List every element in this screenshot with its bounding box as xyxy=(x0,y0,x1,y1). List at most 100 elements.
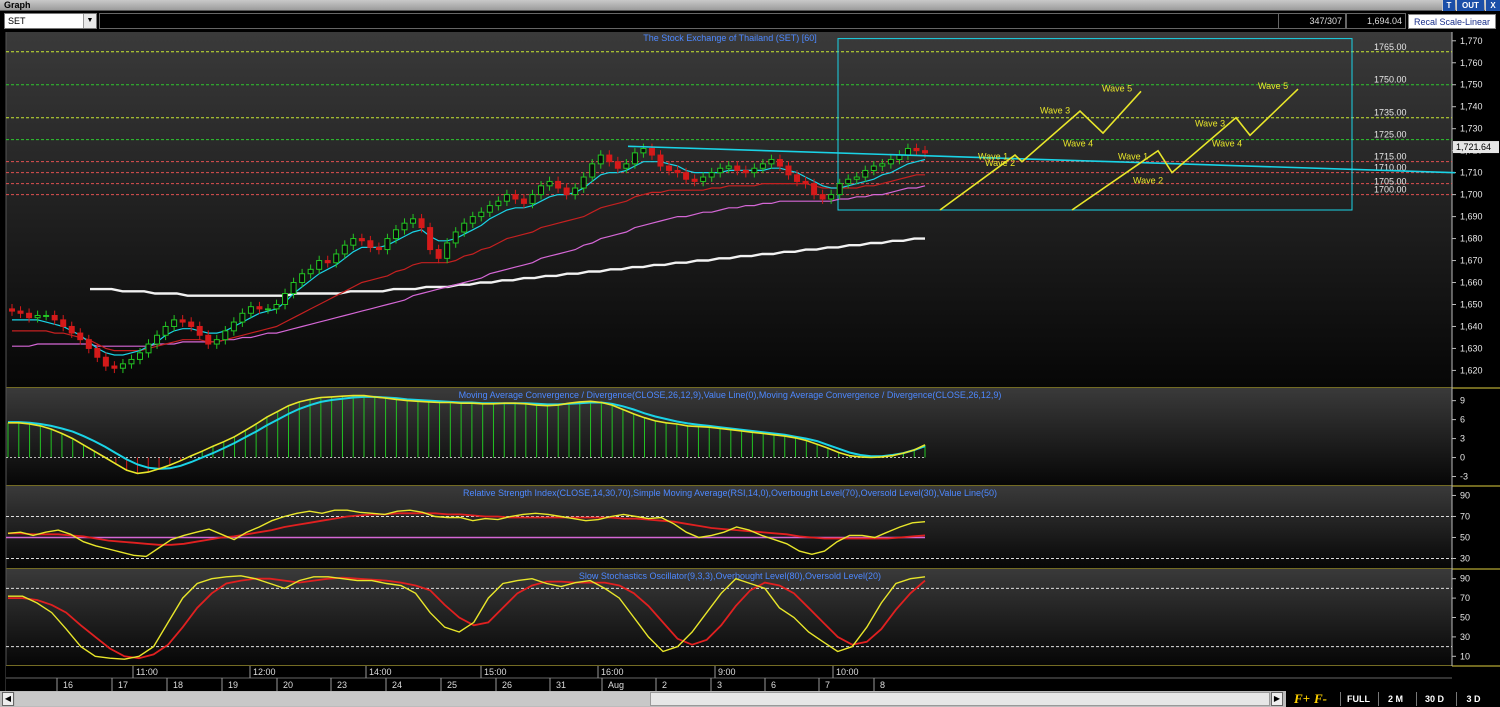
chevron-down-icon[interactable]: ▼ xyxy=(83,14,96,28)
candle xyxy=(836,183,843,196)
candle xyxy=(119,363,126,369)
candle xyxy=(648,147,655,156)
x-label-date: 16 xyxy=(63,680,73,690)
graph-window: Graph T OUT X SET ▼ 347/307 1,694.04 Rec… xyxy=(0,0,1500,707)
y-tick-label: 1,730 xyxy=(1460,124,1483,134)
candle xyxy=(247,306,254,314)
candle xyxy=(520,198,527,204)
y-tick-label: 70 xyxy=(1460,511,1470,521)
y-tick-label: 1,760 xyxy=(1460,58,1483,68)
x-label-date: 19 xyxy=(228,680,238,690)
candle xyxy=(811,183,818,196)
x-label-time: 14:00 xyxy=(369,667,392,677)
candle xyxy=(759,163,766,169)
range-3d-button[interactable]: 3 D xyxy=(1456,692,1490,706)
candle xyxy=(819,194,826,200)
scroll-right-icon[interactable]: ▶ xyxy=(1271,692,1283,706)
symbol-value: SET xyxy=(8,16,26,26)
candle xyxy=(128,358,135,365)
candle xyxy=(418,218,425,229)
candle xyxy=(725,165,732,169)
range-full-button[interactable]: FULL xyxy=(1340,692,1376,706)
candle xyxy=(77,332,84,341)
candle xyxy=(34,314,41,319)
y-tick-label: 1,710 xyxy=(1460,168,1483,178)
candle xyxy=(742,169,749,174)
candle xyxy=(862,169,869,178)
wave-label: Wave 5 xyxy=(1258,81,1288,91)
candle xyxy=(264,308,271,311)
recal-scale-button[interactable]: Recal Scale-Linear xyxy=(1408,14,1496,29)
candle xyxy=(145,343,152,354)
candle xyxy=(230,321,237,332)
y-tick-label: -3 xyxy=(1460,472,1468,482)
candle xyxy=(870,165,877,171)
candle xyxy=(503,194,510,202)
chart-canvas[interactable]: The Stock Exchange of Thailand (SET) [60… xyxy=(0,32,1500,691)
candle xyxy=(913,147,920,152)
scroll-left-icon[interactable]: ◀ xyxy=(2,692,14,706)
level-label: 1715.00 xyxy=(1374,152,1407,162)
pane-title-stoch: Slow Stochastics Oscillator(9,3,3),Overb… xyxy=(579,571,881,581)
candle xyxy=(469,216,476,224)
y-tick-label: 50 xyxy=(1460,613,1470,623)
candle xyxy=(529,194,536,204)
x-label-date: 8 xyxy=(880,680,885,690)
candle xyxy=(785,165,792,176)
range-30d-button[interactable]: 30 D xyxy=(1416,692,1452,706)
candle xyxy=(162,325,169,336)
candle xyxy=(51,314,58,321)
candle xyxy=(700,176,707,182)
y-tick-label: 1,750 xyxy=(1460,80,1483,90)
candle xyxy=(631,152,638,165)
candle xyxy=(563,187,570,196)
candle xyxy=(657,154,664,167)
zoom-in-button[interactable]: F+ xyxy=(1294,691,1310,707)
candle xyxy=(282,293,289,305)
candle xyxy=(341,244,348,255)
y-tick-label: 1,670 xyxy=(1460,256,1483,266)
pane-bg-rsi xyxy=(6,486,1452,569)
x-label-time: 9:00 xyxy=(718,667,736,677)
zoom-out-button[interactable]: F- xyxy=(1314,691,1327,707)
candle xyxy=(179,319,186,323)
candle xyxy=(734,165,741,171)
x-label-date: 24 xyxy=(392,680,402,690)
candle xyxy=(316,260,323,270)
x-label-time: 15:00 xyxy=(484,667,507,677)
wave-label: Wave 4 xyxy=(1212,138,1242,148)
candle xyxy=(392,229,399,240)
candle xyxy=(358,238,365,242)
candle xyxy=(324,260,331,264)
window-close-button[interactable]: X xyxy=(1485,0,1500,11)
candle xyxy=(802,180,809,185)
y-tick-label: 90 xyxy=(1460,574,1470,584)
candle xyxy=(384,238,391,251)
x-label-date: 23 xyxy=(337,680,347,690)
pane-title-rsi: Relative Strength Index(CLOSE,14,30,70),… xyxy=(463,488,997,498)
candle xyxy=(768,158,775,165)
pane-title-macd: Moving Average Convergence / Divergence(… xyxy=(459,390,1002,400)
window-out-button[interactable]: OUT xyxy=(1456,0,1484,11)
last-value-label: 1,721.64 xyxy=(1456,142,1491,152)
candle xyxy=(478,211,485,218)
level-label: 1725.00 xyxy=(1374,130,1407,140)
candle xyxy=(111,365,118,369)
candle xyxy=(495,200,502,207)
window-title: Graph xyxy=(4,0,31,10)
window-t-button[interactable]: T xyxy=(1442,0,1455,11)
candle xyxy=(572,187,579,196)
wave-label: Wave 3 xyxy=(1195,118,1225,128)
x-label-date: 18 xyxy=(173,680,183,690)
range-2m-button[interactable]: 2 M xyxy=(1378,692,1412,706)
candle xyxy=(367,240,374,248)
y-tick-label: 1,650 xyxy=(1460,299,1483,309)
x-label-date: 7 xyxy=(825,680,830,690)
x-label-date: 26 xyxy=(502,680,512,690)
wave-label: Wave 1 xyxy=(1118,151,1148,161)
x-label-date: 2 xyxy=(662,680,667,690)
pane-bg-macd xyxy=(6,388,1452,486)
x-label-time: 16:00 xyxy=(601,667,624,677)
scroll-thumb[interactable] xyxy=(650,692,1270,706)
symbol-select[interactable]: SET ▼ xyxy=(4,13,97,29)
